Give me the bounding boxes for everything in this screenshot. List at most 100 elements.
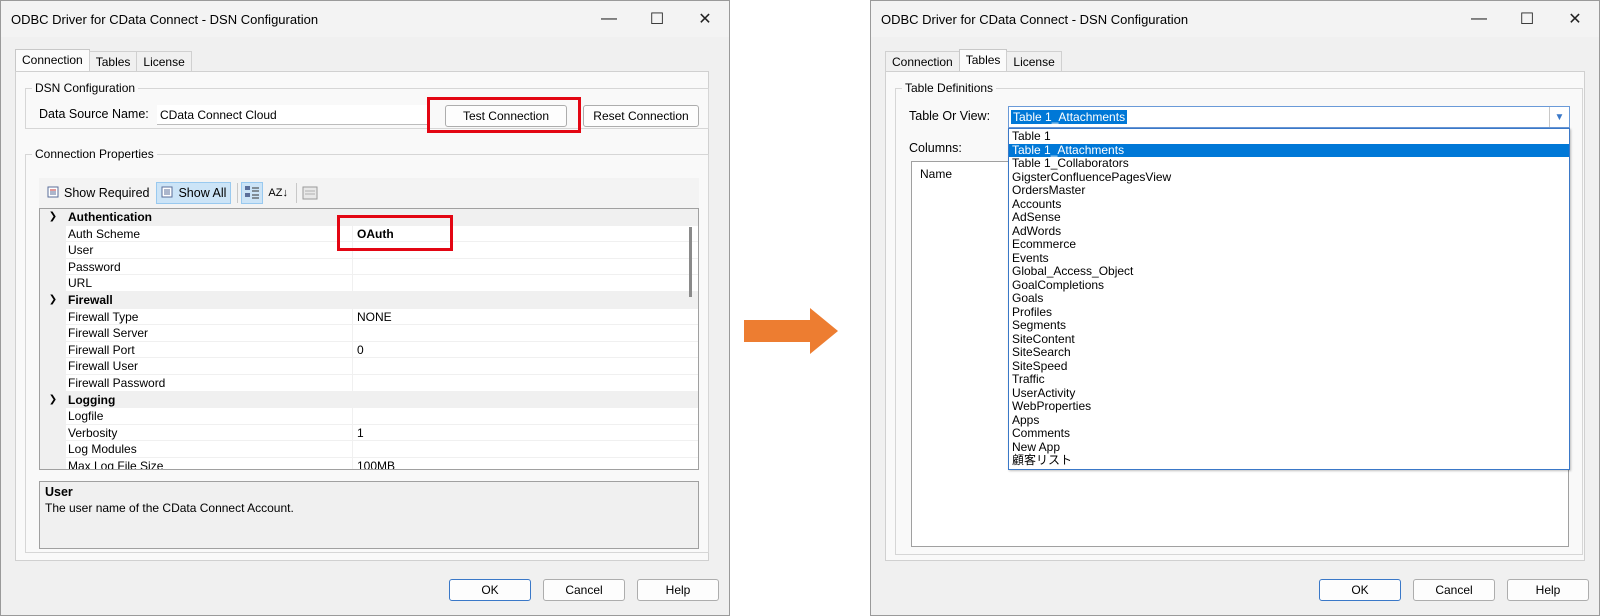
help-button[interactable]: Help — [637, 579, 719, 601]
tab-connection[interactable]: Connection — [885, 51, 960, 71]
property-row[interactable]: Max Log File Size 100MB — [40, 457, 698, 469]
property-value[interactable]: NONE — [352, 308, 698, 326]
property-row[interactable]: Password — [40, 258, 698, 276]
property-value[interactable] — [352, 408, 698, 425]
property-value[interactable] — [352, 441, 698, 458]
dropdown-option[interactable]: Traffic — [1009, 372, 1569, 387]
dropdown-option[interactable]: Accounts — [1009, 197, 1569, 212]
property-name: Auth Scheme — [66, 226, 352, 243]
window-title: ODBC Driver for CData Connect - DSN Conf… — [11, 11, 319, 27]
property-row[interactable]: Logfile — [40, 408, 698, 425]
reset-connection-button[interactable]: Reset Connection — [583, 105, 699, 127]
property-value[interactable] — [352, 258, 698, 276]
chevron-down-icon[interactable]: ❯ — [40, 392, 66, 409]
show-all-label: Show All — [178, 186, 227, 200]
property-name: Verbosity — [66, 425, 352, 442]
property-row[interactable]: Verbosity 1 — [40, 424, 698, 442]
tab-connection[interactable]: Connection — [15, 49, 90, 71]
dropdown-option[interactable]: Comments — [1009, 426, 1569, 441]
window-title: ODBC Driver for CData Connect - DSN Conf… — [881, 11, 1189, 27]
property-name: Max Log File Size — [66, 458, 352, 469]
ok-button[interactable]: OK — [1319, 579, 1401, 601]
dsn-group-label: DSN Configuration — [35, 81, 136, 95]
scrollbar-thumb[interactable] — [689, 227, 692, 297]
table-dropdown-list[interactable]: Table 1 Table 1_Attachments Table 1_Collab… — [1008, 128, 1570, 470]
property-row[interactable]: URL — [40, 275, 698, 292]
property-name: Log Modules — [66, 441, 352, 458]
dropdown-option[interactable]: SiteSearch — [1009, 345, 1569, 360]
property-value[interactable] — [352, 358, 698, 375]
list-icon — [47, 186, 59, 201]
chevron-down-icon[interactable]: ▼ — [1549, 107, 1569, 127]
properties-toolbar: Show Required Show All AZ↓ — [39, 178, 699, 208]
categorized-icon — [244, 184, 260, 203]
chevron-down-icon[interactable]: ❯ — [40, 209, 66, 226]
dropdown-option[interactable]: New App — [1009, 440, 1569, 455]
minimize-icon[interactable]: — — [585, 1, 633, 37]
dropdown-option[interactable]: Goals — [1009, 291, 1569, 306]
dropdown-option[interactable]: GoalCompletions — [1009, 278, 1569, 293]
dropdown-option[interactable]: AdWords — [1009, 224, 1569, 239]
dropdown-option[interactable]: Events — [1009, 251, 1569, 266]
category-row-firewall[interactable]: ❯ Firewall — [40, 291, 698, 309]
tab-license[interactable]: License — [1006, 51, 1062, 71]
property-value[interactable] — [352, 374, 698, 392]
cancel-button[interactable]: Cancel — [1413, 579, 1495, 601]
tab-tables[interactable]: Tables — [88, 51, 138, 71]
dsn-name-field[interactable]: CData Connect Cloud — [157, 105, 429, 125]
dropdown-option[interactable]: UserActivity — [1009, 386, 1569, 401]
dropdown-option[interactable]: Segments — [1009, 318, 1569, 333]
property-row[interactable]: Firewall Server — [40, 325, 698, 342]
tab-strip: Connection Tables License — [15, 49, 192, 71]
property-name: Password — [66, 259, 352, 276]
category-row-logging[interactable]: ❯ Logging — [40, 391, 698, 409]
property-row[interactable]: Firewall Port 0 — [40, 341, 698, 359]
dropdown-option[interactable]: 顧客リスト — [1009, 453, 1569, 468]
close-icon[interactable]: ✕ — [681, 1, 729, 37]
tab-tables[interactable]: Tables — [958, 49, 1008, 71]
chevron-down-icon[interactable]: ❯ — [40, 292, 66, 309]
category-label: Logging — [68, 392, 116, 407]
toolbar-separator — [237, 183, 239, 203]
show-required-button[interactable]: Show Required — [43, 182, 153, 204]
property-value[interactable]: 0 — [352, 341, 698, 359]
dropdown-option[interactable]: Profiles — [1009, 305, 1569, 320]
dropdown-option[interactable]: Table 1_Collaborators — [1009, 156, 1569, 171]
property-value[interactable] — [352, 325, 698, 342]
dropdown-option[interactable]: AdSense — [1009, 210, 1569, 225]
dropdown-option[interactable]: Table 1 — [1009, 129, 1569, 144]
dropdown-option[interactable]: Ecommerce — [1009, 237, 1569, 252]
dropdown-option[interactable]: WebProperties — [1009, 399, 1569, 414]
description-text: The user name of the CData Connect Accou… — [45, 501, 294, 515]
property-name: Firewall Type — [66, 309, 352, 326]
property-value[interactable] — [352, 275, 698, 292]
show-all-button[interactable]: Show All — [156, 182, 232, 204]
property-row[interactable]: Firewall Password — [40, 374, 698, 392]
property-row[interactable]: Firewall User — [40, 358, 698, 375]
ok-button[interactable]: OK — [449, 579, 531, 601]
property-value[interactable]: 100MB — [352, 457, 698, 469]
categorized-view-button[interactable] — [241, 182, 264, 204]
maximize-icon[interactable]: ☐ — [633, 1, 681, 37]
dropdown-option[interactable]: SiteSpeed — [1009, 359, 1569, 374]
dropdown-option[interactable]: OrdersMaster — [1009, 183, 1569, 198]
help-button[interactable]: Help — [1507, 579, 1589, 601]
property-row[interactable]: Firewall Type NONE — [40, 308, 698, 326]
cancel-button[interactable]: Cancel — [543, 579, 625, 601]
maximize-icon[interactable]: ☐ — [1503, 1, 1551, 37]
property-name: Firewall User — [66, 358, 352, 375]
description-title: User — [45, 485, 73, 499]
alphabetical-sort-icon[interactable]: AZ↓ — [266, 182, 290, 204]
minimize-icon[interactable]: — — [1455, 1, 1503, 37]
dropdown-option[interactable]: Apps — [1009, 413, 1569, 428]
property-pages-icon[interactable] — [300, 182, 320, 204]
property-row[interactable]: Log Modules — [40, 441, 698, 458]
dropdown-option[interactable]: SiteContent — [1009, 332, 1569, 347]
tab-license[interactable]: License — [136, 51, 192, 71]
property-value[interactable]: 1 — [352, 424, 698, 442]
dropdown-option[interactable]: Table 1_Attachments — [1009, 143, 1569, 157]
dropdown-option[interactable]: GigsterConfluencePagesView — [1009, 170, 1569, 185]
dropdown-option[interactable]: Global_Access_Object — [1009, 264, 1569, 279]
table-or-view-select[interactable]: Table 1_Attachments ▼ — [1008, 106, 1570, 128]
close-icon[interactable]: ✕ — [1551, 1, 1599, 37]
